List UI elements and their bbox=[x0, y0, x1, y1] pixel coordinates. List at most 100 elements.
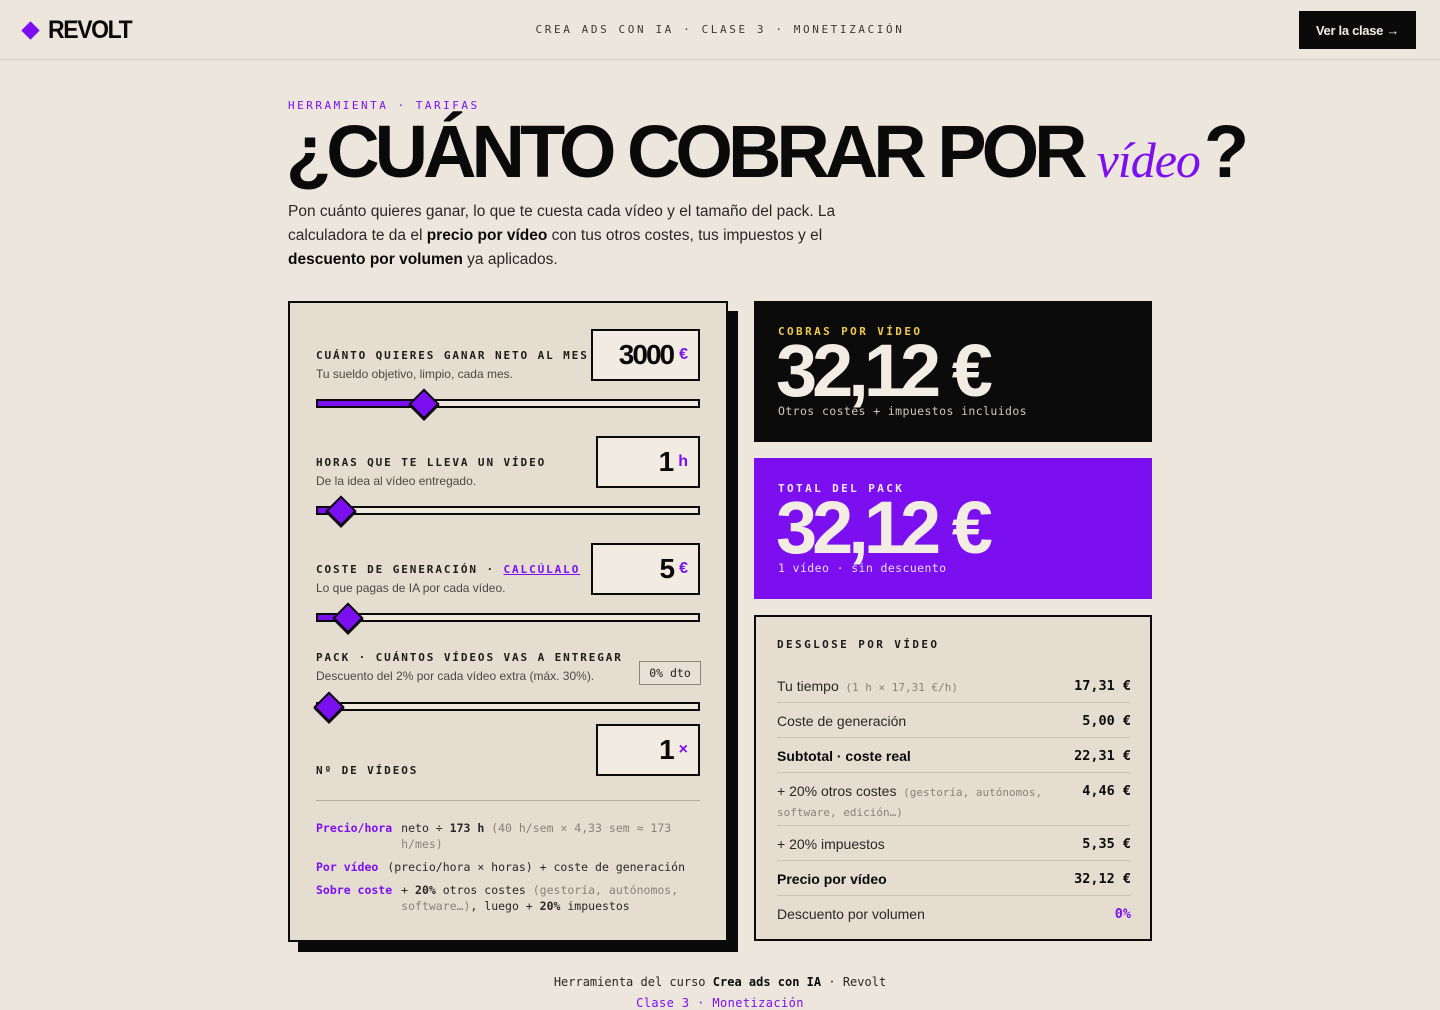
pack-total-panel: TOTAL DEL PACK 32,12 € 1 vídeo · sin des… bbox=[754, 458, 1152, 599]
formula-bold: 173 h bbox=[449, 821, 485, 835]
breakdown-row: Descuento por volumen 0% bbox=[777, 896, 1131, 926]
pack-label: PACK · CUÁNTOS VÍDEOS VAS A ENTREGAR bbox=[316, 651, 623, 664]
videos-label: Nº DE VÍDEOS bbox=[316, 764, 419, 777]
breakdown-label-text: + 20% otros costes bbox=[777, 783, 897, 799]
breakdown-value: 32,12 € bbox=[1074, 871, 1131, 887]
calculate-link[interactable]: CALCÚLALO bbox=[504, 563, 581, 576]
breakdown-label: Subtotal · coste real bbox=[777, 748, 911, 764]
formula-text: + bbox=[401, 883, 416, 897]
breakdown-row: Precio por vídeo 32,12 € bbox=[777, 861, 1131, 896]
breakdown-row: Subtotal · coste real 22,31 € bbox=[777, 738, 1131, 773]
formula-key: Sobre coste bbox=[316, 883, 393, 897]
formula-value: + 20% otros costes (gestoría, autónomos,… bbox=[401, 882, 700, 914]
breakdown-label: Precio por vídeo bbox=[777, 871, 887, 887]
videos-value[interactable]: 1 bbox=[659, 734, 675, 766]
net-income-help: Tu sueldo objetivo, limpio, cada mes. bbox=[316, 367, 513, 381]
footer-credit: Herramienta del curso Crea ads con IA · … bbox=[0, 975, 1440, 989]
breakdown-value: 4,46 € bbox=[1082, 783, 1131, 799]
footer-course: Crea ads con IA bbox=[712, 975, 822, 989]
breakdown-value: 22,31 € bbox=[1074, 748, 1131, 764]
top-bar: REVOLT CREA ADS CON IA · CLASE 3 · MONET… bbox=[0, 0, 1440, 60]
formula-text: otros costes bbox=[435, 883, 533, 897]
videos-field[interactable]: 1 × bbox=[596, 724, 700, 776]
breakdown-row: + 20% otros costes (gestoría, autónomos,… bbox=[777, 773, 1131, 826]
formula-key: Por vídeo bbox=[316, 860, 379, 874]
euro-unit: € bbox=[679, 560, 688, 577]
formula-text: impuestos bbox=[560, 899, 630, 913]
pack-help: Descuento del 2% por cada vídeo extra (m… bbox=[316, 669, 595, 683]
net-income-value[interactable]: 3000 bbox=[619, 339, 675, 371]
pack-total-price: 32,12 € bbox=[776, 486, 993, 569]
net-income-field[interactable]: 3000 € bbox=[591, 329, 700, 381]
formula-value: neto ÷ 173 h (40 h/sem × 4,33 sem ≈ 173 … bbox=[401, 820, 700, 852]
slider-thumb[interactable] bbox=[332, 601, 364, 634]
intro-bold: descuento por volumen bbox=[288, 251, 463, 268]
per-video-price: 32,12 € bbox=[776, 329, 993, 412]
breakdown-title: DESGLOSE POR VÍDEO bbox=[777, 638, 940, 651]
formula-bold: 20% bbox=[539, 899, 561, 913]
hours-help: De la idea al vídeo entregado. bbox=[316, 474, 477, 488]
generation-cost-field[interactable]: 5 € bbox=[591, 543, 700, 595]
formula-bold: 20% bbox=[415, 883, 436, 897]
title-end: ? bbox=[1203, 110, 1249, 193]
breakdown-label-text: Tu tiempo bbox=[777, 678, 839, 694]
pack-total-sub: 1 vídeo · sin descuento bbox=[778, 561, 947, 575]
divider bbox=[316, 800, 700, 801]
net-income-slider[interactable] bbox=[316, 387, 700, 420]
formula-row: Precio/hora neto ÷ 173 h (40 h/sem × 4,3… bbox=[316, 820, 700, 852]
formula-text: , luego + bbox=[470, 899, 540, 913]
formula-key: Precio/hora bbox=[316, 821, 393, 835]
breakdown-label: Tu tiempo (1 h × 17,31 €/h) bbox=[777, 677, 958, 697]
net-income-label: CUÁNTO QUIERES GANAR NETO AL MES bbox=[316, 349, 589, 362]
footer-text: Herramienta del curso bbox=[553, 975, 713, 989]
watch-class-button[interactable]: Ver la clase → bbox=[1299, 11, 1416, 49]
hours-slider[interactable] bbox=[316, 494, 700, 527]
breakdown-note: (1 h × 17,31 €/h) bbox=[838, 681, 958, 694]
breadcrumb: CREA ADS CON IA · CLASE 3 · MONETIZACIÓN bbox=[535, 23, 905, 36]
pack-slider[interactable] bbox=[313, 690, 700, 723]
intro-part: ya aplicados. bbox=[462, 251, 558, 268]
intro-bold: precio por vídeo bbox=[426, 227, 548, 244]
breakdown-label: Coste de generación bbox=[777, 713, 907, 729]
footer-class-link[interactable]: Clase 3 · Monetización bbox=[0, 996, 1440, 1010]
breakdown-label: + 20% impuestos bbox=[777, 836, 885, 852]
generation-cost-value[interactable]: 5 bbox=[660, 553, 676, 585]
breakdown-value: 5,00 € bbox=[1082, 713, 1131, 729]
hours-label: HORAS QUE TE LLEVA UN VÍDEO bbox=[316, 456, 547, 469]
breakdown-value: 17,31 € bbox=[1074, 678, 1131, 694]
breakdown-label: Descuento por volumen bbox=[777, 906, 925, 922]
calculator-card: CUÁNTO QUIERES GANAR NETO AL MES Tu suel… bbox=[288, 301, 728, 942]
page-title: ¿CUÁNTO COBRAR POR vídeo? bbox=[286, 110, 1249, 200]
generation-cost-label: COSTE DE GENERACIÓN · CALCÚLALO bbox=[316, 563, 580, 576]
times-unit: × bbox=[678, 741, 688, 758]
hours-unit: h bbox=[678, 453, 688, 470]
hours-value[interactable]: 1 bbox=[659, 446, 675, 478]
intro-part: con tus otros costes, tus impuestos y el bbox=[547, 227, 823, 244]
title-main: ¿CUÁNTO COBRAR POR bbox=[286, 110, 1088, 193]
per-video-sub: Otros costes + impuestos incluidos bbox=[778, 404, 1028, 418]
generation-cost-slider[interactable] bbox=[316, 601, 700, 634]
formula-text: neto ÷ bbox=[401, 821, 450, 835]
breakdown-row: Tu tiempo (1 h × 17,31 €/h) 17,31 € bbox=[777, 668, 1131, 703]
generation-cost-help: Lo que pagas de IA por cada vídeo. bbox=[316, 581, 506, 595]
euro-unit: € bbox=[679, 346, 688, 363]
breakdown-row: + 20% impuestos 5,35 € bbox=[777, 826, 1131, 861]
breakdown-value: 0% bbox=[1114, 906, 1131, 922]
per-video-panel: COBRAS POR VÍDEO 32,12 € Otros costes + … bbox=[754, 301, 1152, 442]
title-accent: vídeo bbox=[1096, 132, 1201, 188]
generation-cost-label-text: COSTE DE GENERACIÓN · bbox=[316, 563, 495, 576]
footer-text: · Revolt bbox=[821, 975, 887, 989]
intro-text: Pon cuánto quieres ganar, lo que te cues… bbox=[288, 200, 868, 272]
slider-thumb[interactable] bbox=[408, 387, 440, 420]
slider-thumb[interactable] bbox=[325, 494, 357, 527]
discount-chip: 0% dto bbox=[639, 661, 701, 685]
formula-row: Por vídeo (precio/hora × horas) + coste … bbox=[316, 859, 700, 875]
breakdown-row: Coste de generación 5,00 € bbox=[777, 703, 1131, 738]
breakdown-panel: DESGLOSE POR VÍDEO Tu tiempo (1 h × 17,3… bbox=[754, 615, 1152, 941]
formula-value: (precio/hora × horas) + coste de generac… bbox=[387, 860, 686, 874]
breakdown-value: 5,35 € bbox=[1082, 836, 1131, 852]
breakdown-label: + 20% otros costes (gestoría, autónomos,… bbox=[777, 782, 1047, 822]
slider-thumb[interactable] bbox=[313, 690, 345, 723]
formula-row: Sobre coste + 20% otros costes (gestoría… bbox=[316, 882, 700, 914]
hours-field[interactable]: 1 h bbox=[596, 436, 700, 488]
